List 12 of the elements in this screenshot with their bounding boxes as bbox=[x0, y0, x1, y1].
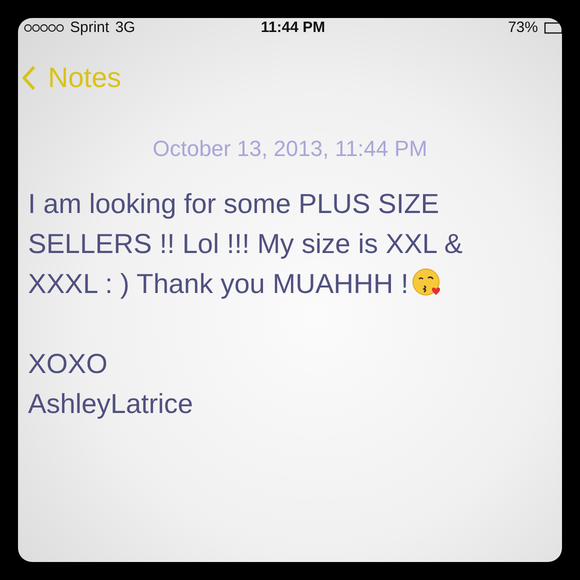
network-type: 3G bbox=[115, 19, 136, 37]
note-text: XOXO bbox=[28, 347, 108, 381]
clock-time: 11:44 PM bbox=[260, 19, 326, 36]
signal-icon bbox=[24, 23, 64, 33]
chevron-left-icon bbox=[22, 65, 36, 91]
back-button[interactable]: Notes bbox=[22, 62, 122, 94]
carrier-name: Sprint bbox=[70, 19, 110, 37]
note-text: I am looking for some PLUS SIZE SELLERS !! Lol !!! My size is XXL & XXXL : ) Thank you MUAHHH ! bbox=[28, 187, 464, 301]
note-date: October 13, 2013, 11:44 PM bbox=[152, 136, 428, 161]
note-text: AshleyLatrice bbox=[28, 387, 194, 421]
battery-percent: 73% bbox=[508, 19, 538, 37]
battery-icon bbox=[544, 22, 562, 34]
